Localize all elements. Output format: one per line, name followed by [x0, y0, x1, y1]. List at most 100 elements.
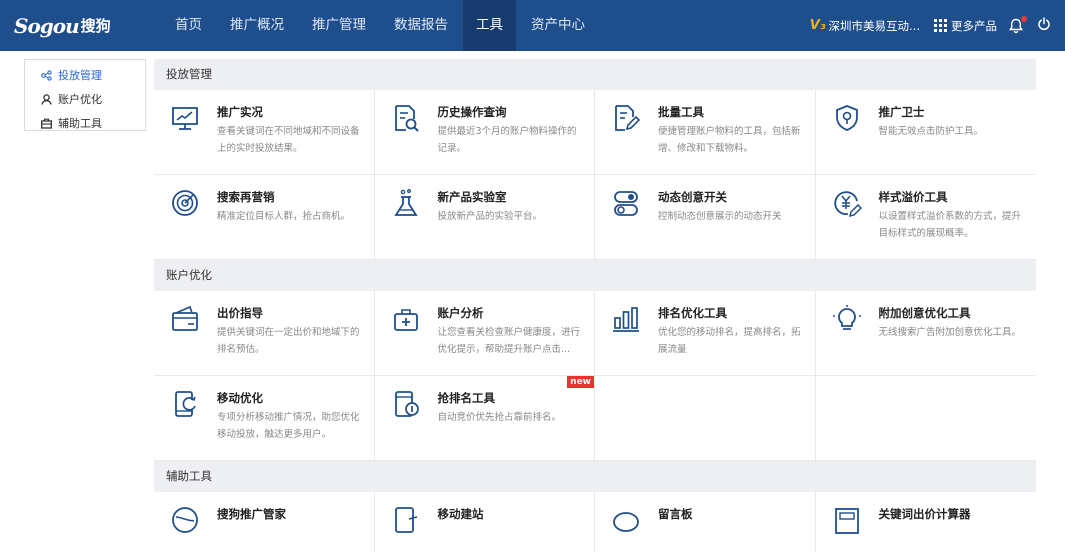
mobile-site-icon [394, 507, 417, 533]
cards-delivery: 推广实况 查看关键词在不同地域和不同设备上的实时投放结果。 历史操作查询 提供最… [154, 90, 1036, 260]
section-title-delivery: 投放管理 [154, 59, 1036, 90]
top-nav: Sogou 搜狗 首页 推广概况 推广管理 数据报告 工具 资产中心 V₃ 深圳… [0, 0, 1065, 51]
card-title: 样式溢价工具 [878, 190, 948, 204]
mobile-rank-icon [394, 391, 419, 417]
card-title: 附加创意优化工具 [878, 306, 971, 320]
sidebar-item-label: 账户优化 [58, 93, 102, 106]
tool-card-account-analysis[interactable]: 账户分析 让您查看关检查账户健康度，进行优化提示，帮助提升账户点击... [374, 291, 595, 376]
shield-icon [835, 105, 858, 131]
more-products-button[interactable]: 更多产品 [934, 18, 997, 34]
cards-assist: 搜狗推广管家 移动建站 留言板 关键词出价计算器 [154, 492, 1036, 552]
sidebar-item-label: 辅助工具 [58, 117, 102, 130]
section-title-optimize: 账户优化 [154, 260, 1036, 291]
empty-card [815, 376, 1036, 461]
tool-card-mobile-site[interactable]: 移动建站 [375, 492, 595, 552]
card-title: 历史操作查询 [437, 105, 507, 119]
tool-card-style-premium[interactable]: 样式溢价工具 以设置样式溢价系数的方式，提升目标样式的展现概率。 [815, 175, 1036, 260]
toolbox-icon [41, 118, 52, 129]
card-desc: 自动竞价优先抢占靠前排名。 [437, 412, 562, 423]
sidebar-item-assist[interactable]: 辅助工具 [25, 111, 145, 135]
sidebar-item-delivery[interactable]: 投放管理 [25, 63, 145, 87]
card-desc: 无线搜索广告附加创意优化工具。 [878, 327, 1022, 338]
target-icon [172, 190, 198, 216]
message-icon [613, 512, 639, 532]
tool-card-bid-guide[interactable]: 出价指导 提供关键词在一定出价和地域下的排名预估。 [154, 291, 375, 376]
nav-tools[interactable]: 工具 [463, 0, 516, 51]
tool-card-guard[interactable]: 推广卫士 智能无效点击防护工具。 [815, 90, 1036, 175]
card-title: 推广卫士 [878, 105, 925, 119]
card-desc: 控制动态创意展示的动态开关 [658, 211, 782, 222]
card-title: 批量工具 [658, 105, 704, 119]
monitor-chart-icon [172, 107, 198, 130]
card-desc: 以设置样式溢价系数的方式，提升目标样式的展现概率。 [878, 211, 1022, 239]
tool-card-extra-creative[interactable]: 附加创意优化工具 无线搜索广告附加创意优化工具。 [815, 291, 1036, 376]
tool-card-history[interactable]: 历史操作查询 提供最近3个月的账户物料操作的记录。 [374, 90, 595, 175]
tools-main-panel: 投放管理 推广实况 查看关键词在不同地域和不同设备上的实时投放结果。 历史操作查… [154, 59, 1036, 552]
card-desc: 精准定位目标人群，抢占商机。 [217, 211, 351, 222]
yen-edit-icon [833, 191, 862, 218]
notification-dot [1021, 15, 1027, 22]
empty-card [595, 376, 816, 461]
nav-home[interactable]: 首页 [162, 0, 215, 51]
nodes-icon [41, 69, 52, 81]
card-title: 排名优化工具 [658, 306, 727, 320]
card-title: 账户分析 [437, 306, 484, 320]
sidebar-item-label: 投放管理 [58, 69, 102, 82]
logo-text: Sogou [14, 13, 80, 38]
vip-badge-icon: V₃ [809, 18, 826, 33]
card-title: 移动优化 [217, 391, 263, 405]
grid-icon [934, 19, 947, 32]
card-desc: 智能无效点击防护工具。 [878, 126, 984, 137]
document-edit-icon [615, 105, 641, 131]
card-title: 推广实况 [217, 105, 263, 119]
mobile-refresh-icon [175, 391, 196, 417]
section-title-assist: 辅助工具 [154, 461, 1036, 492]
toggle-icon [614, 191, 638, 216]
nav-assets[interactable]: 资产中心 [518, 0, 598, 51]
card-desc: 专项分析移动推广情况，助您优化移动投放，触达更多用户。 [217, 412, 360, 440]
tool-card-dynamic-switch[interactable]: 动态创意开关 控制动态创意展示的动态开关 [595, 175, 816, 260]
tool-card-mobile-optimize[interactable]: 移动优化 专项分析移动推广情况，助您优化移动投放，触达更多用户。 [154, 376, 375, 461]
main-nav: 首页 推广概况 推广管理 数据报告 工具 资产中心 [162, 0, 600, 51]
sidebar-item-optimize[interactable]: 账户优化 [25, 87, 145, 111]
card-title: 出价指导 [217, 306, 263, 320]
wallet-icon [172, 305, 198, 331]
card-title: 动态创意开关 [658, 190, 727, 204]
power-icon[interactable] [1037, 17, 1051, 34]
steward-icon [172, 507, 198, 533]
nav-management[interactable]: 推广管理 [299, 0, 379, 51]
card-desc: 提供关键词在一定出价和地域下的排名预估。 [217, 327, 360, 355]
tool-card-steward[interactable]: 搜狗推广管家 [154, 492, 375, 552]
user-icon [41, 93, 52, 105]
more-products-label: 更多产品 [951, 18, 997, 33]
nav-overview[interactable]: 推广概况 [217, 0, 297, 51]
bell-icon[interactable] [1008, 15, 1027, 34]
card-title: 抢排名工具 [437, 391, 496, 405]
tool-card-live-promo[interactable]: 推广实况 查看关键词在不同地域和不同设备上的实时投放结果。 [154, 90, 375, 175]
tool-card-bid-calculator[interactable]: 关键词出价计算器 [816, 492, 1037, 552]
card-desc: 让您查看关检查账户健康度，进行优化提示，帮助提升账户点击... [437, 327, 581, 355]
tool-card-remarketing[interactable]: 搜索再营销 精准定位目标人群，抢占商机。 [154, 175, 375, 260]
tool-card-grab-rank[interactable]: new 抢排名工具 自动竞价优先抢占靠前排名。 [374, 376, 595, 461]
tool-card-message-board[interactable]: 留言板 [595, 492, 816, 552]
tool-card-rank-optimize[interactable]: 排名优化工具 优化您的移动排名，提高排名，拓展流量 [595, 291, 816, 376]
document-search-icon [394, 105, 419, 132]
nav-right: V₃ 深圳市美易互动... 更多产品 [810, 0, 1065, 51]
account-name[interactable]: 深圳市美易互动... [829, 18, 920, 34]
calculator-icon [834, 508, 859, 534]
card-desc: 优化您的移动排名，提高排名，拓展流量 [658, 327, 801, 355]
lightbulb-icon [832, 305, 861, 330]
new-badge: new [567, 376, 594, 388]
tool-card-batch[interactable]: 批量工具 便捷管理账户物料的工具，包括新增、修改和下载物料。 [595, 90, 816, 175]
card-title: 搜索再营销 [217, 190, 275, 204]
tools-sidebar: 投放管理 账户优化 辅助工具 [24, 59, 146, 131]
nav-reports[interactable]: 数据报告 [381, 0, 461, 51]
card-title: 新产品实验室 [437, 190, 507, 204]
tool-card-lab[interactable]: 新产品实验室 投放新产品的实验平台。 [374, 175, 595, 260]
card-desc: 投放新产品的实验平台。 [437, 211, 543, 222]
card-desc: 便捷管理账户物料的工具，包括新增、修改和下载物料。 [658, 126, 801, 154]
card-desc: 提供最近3个月的账户物料操作的记录。 [437, 126, 577, 154]
sogou-logo[interactable]: Sogou 搜狗 [0, 0, 162, 51]
bar-chart-icon [613, 307, 639, 332]
logo-cn-text: 搜狗 [80, 17, 111, 35]
